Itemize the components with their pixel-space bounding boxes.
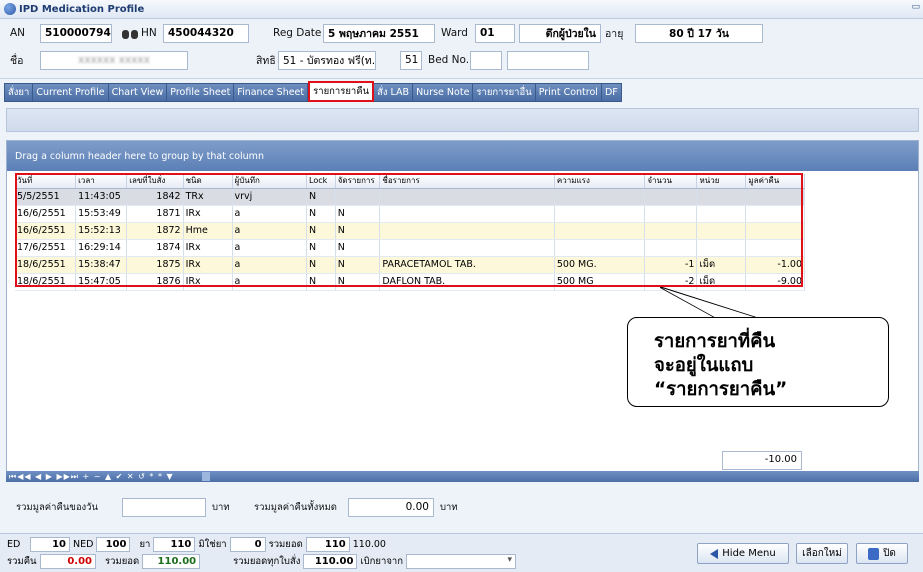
bill-from-select[interactable] (406, 554, 516, 569)
sum-value: 110 (305, 537, 350, 552)
an-label: AN (10, 27, 26, 39)
select-new-label: เลือกใหม่ (802, 548, 842, 559)
drug-label: ยา (139, 539, 151, 550)
title-bar: IPD Medication Profile ▭ (0, 0, 923, 19)
bed-field[interactable] (470, 50, 502, 70)
all-total-field: 0.00 (348, 497, 434, 517)
ned-label: NED (73, 539, 94, 550)
grid-total-value: -10.00 (722, 451, 802, 470)
tab-4[interactable]: Finance Sheet (234, 83, 309, 102)
ward-code-field[interactable]: 01 (475, 23, 515, 43)
tab-5[interactable]: รายการยาคืน (308, 81, 375, 102)
reg-date-label: Reg Date (273, 27, 322, 39)
all-orders-value: 110.00 (303, 554, 358, 569)
tab-0[interactable]: สั่งยา (4, 83, 34, 102)
bed-extra-field[interactable] (507, 50, 589, 70)
callout-line-3: “รายการยาคืน” (654, 379, 788, 400)
age-field: 80 ปี 17 วัน (635, 23, 763, 43)
return-label: รวมคืน (7, 556, 37, 567)
age-label: อายุ (605, 27, 624, 40)
horizontal-scroll-thumb[interactable] (202, 472, 210, 481)
sum-value-2: 110.00 (352, 539, 386, 550)
day-total-label: รวมมูลค่าคืนของวัน (16, 501, 98, 513)
tab-6[interactable]: สั่ง LAB (374, 83, 414, 102)
right-code-field: 51 (400, 50, 422, 70)
total-value: 110.00 (142, 554, 201, 569)
ward-name-field: ตึกผู้ป่วยใน (519, 23, 601, 43)
all-total-unit: บาท (440, 501, 458, 513)
hn-label: HN (141, 27, 157, 39)
record-navigator[interactable]: ⏮◀◀ ◀ ▶ ▶▶⏭ + − ▲ ✔ ✕ ↺ * * ▼ (6, 471, 919, 482)
arrow-left-icon (710, 548, 719, 559)
callout-line-2: จะอยู่ในแถบ (654, 355, 754, 376)
search-binoculars-icon[interactable] (122, 27, 138, 40)
close-button[interactable]: ปิด (856, 543, 908, 564)
total-label: รวมยอด (105, 556, 140, 567)
select-new-button[interactable]: เลือกใหม่ (796, 543, 848, 564)
hn-field[interactable]: 450044320 (163, 23, 249, 43)
nondrug-label: มิใช่ยา (198, 539, 227, 550)
nondrug-value: 0 (229, 537, 266, 552)
tab-8[interactable]: รายการยาอื่น (473, 83, 536, 102)
hide-menu-label: Hide Menu (722, 548, 776, 559)
all-orders-label: รวมยอดทุกใบสั่ง (233, 556, 301, 567)
day-total-field (122, 497, 206, 517)
drug-value: 110 (153, 537, 196, 552)
bed-label: Bed No. (428, 54, 470, 66)
sum-label: รวมยอด (268, 539, 303, 550)
hide-menu-button[interactable]: Hide Menu (697, 543, 789, 564)
patient-header: AN 510000794 HN 450044320 Reg Date 5 พฤษ… (0, 19, 923, 79)
window-title: IPD Medication Profile (19, 3, 145, 15)
tab-7[interactable]: Nurse Note (413, 83, 474, 102)
ward-label: Ward (441, 27, 468, 39)
ed-value: 10 (30, 537, 70, 552)
navigator-buttons[interactable]: ⏮◀◀ ◀ ▶ ▶▶⏭ + − ▲ ✔ ✕ ↺ * * ▼ (6, 472, 174, 481)
callout-pointer (660, 287, 770, 321)
bottom-status: ED 10 NED 100 ยา 110 มิใช่ยา 0 รวมยอด 11… (0, 533, 923, 572)
return-summary: รวมมูลค่าคืนของวัน บาท รวมมูลค่าคืนทั้งห… (6, 488, 919, 526)
bill-label: เบิกยาจาก (360, 556, 403, 567)
ned-value: 100 (96, 537, 131, 552)
name-label: ชื่อ (10, 54, 24, 67)
right-field: 51 - บัตรทอง ฟรี(ท.) (278, 50, 376, 70)
tab-3[interactable]: Profile Sheet (167, 83, 235, 102)
returned-drug-grid: Drag a column header here to group by th… (6, 140, 919, 478)
tab-1[interactable]: Current Profile (33, 83, 109, 102)
an-field[interactable]: 510000794 (40, 23, 112, 43)
group-by-hint[interactable]: Drag a column header here to group by th… (7, 141, 918, 171)
all-total-label: รวมมูลค่าคืนทั้งหมด (254, 501, 337, 513)
tab-10[interactable]: DF (601, 83, 622, 102)
restore-button[interactable]: ▭ (911, 2, 920, 12)
tab-strip: สั่งยา Current Profile Chart View Profile S… (4, 81, 622, 102)
callout-line-1: รายการยาที่คืน (654, 331, 776, 352)
patient-name-value: xxxxxx xxxxx (78, 54, 150, 66)
patient-name-field: xxxxxx xxxxx (40, 50, 188, 70)
day-total-unit: บาท (212, 501, 230, 513)
filter-bar (6, 108, 919, 132)
ed-label: ED (7, 539, 21, 550)
tab-2[interactable]: Chart View (108, 83, 168, 102)
annotation-callout: รายการยาที่คืน จะอยู่ในแถบ “รายการยาคืน” (627, 317, 889, 407)
grid-highlight-frame (15, 173, 803, 287)
exit-icon (868, 547, 880, 560)
close-label: ปิด (883, 548, 896, 559)
reg-date-field[interactable]: 5 พฤษภาคม 2551 (323, 23, 435, 43)
right-label: สิทธิ (256, 54, 276, 67)
tab-9[interactable]: Print Control (535, 83, 602, 102)
return-value: 0.00 (40, 554, 96, 569)
app-icon (4, 3, 16, 15)
grid-footer: -10.00 (722, 451, 802, 470)
